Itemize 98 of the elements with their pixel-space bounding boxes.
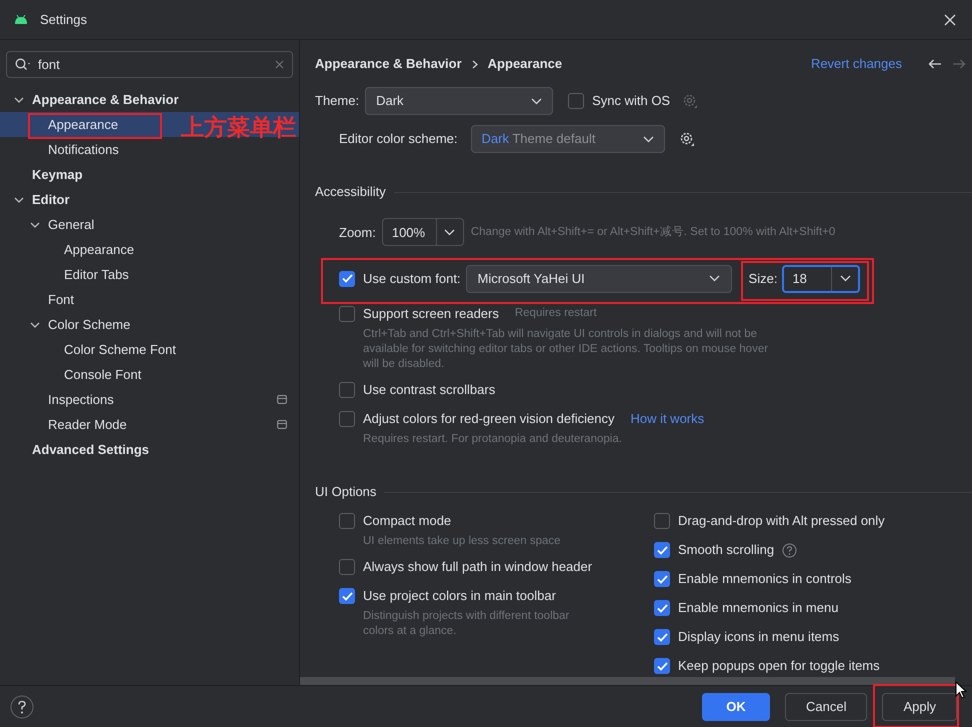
tree-row[interactable]: Editor <box>0 187 299 212</box>
checkbox[interactable] <box>339 306 355 322</box>
font-dropdown[interactable]: Microsoft YaHei UI <box>466 264 732 293</box>
mouse-cursor-icon <box>955 680 967 698</box>
search-field[interactable]: font <box>6 51 293 78</box>
checkbox[interactable] <box>339 559 355 575</box>
option-description: UI elements take up less screen space <box>363 534 562 549</box>
tree-row[interactable]: Inspections <box>0 387 299 412</box>
option-label: Drag-and-drop with Alt pressed only <box>678 512 885 530</box>
tree-item[interactable]: Editor Tabs <box>64 264 129 284</box>
tree-item[interactable]: Appearance & Behavior <box>32 90 179 110</box>
back-arrow-icon[interactable] <box>928 59 942 69</box>
option-description: Ctrl+Tab and Ctrl+Shift+Tab will navigate UI controls in dialogs and will not be available for switching editor tabs or other IDE actions. Tooltips on mouse hover will be disabled. <box>363 327 770 372</box>
tree-row[interactable]: Appearance & Behavior <box>0 87 299 112</box>
tree-item[interactable]: Console Font <box>64 364 142 384</box>
chevron-icon[interactable] <box>14 94 24 104</box>
breadcrumb-separator-icon <box>472 60 478 68</box>
revert-changes-link[interactable]: Revert changes <box>810 54 902 74</box>
option-label: Keep popups open for toggle items <box>678 657 880 676</box>
tree-row[interactable]: Notifications <box>0 137 299 162</box>
size-dropdown[interactable]: 18 <box>782 264 860 293</box>
option-label: Always show full path in window header <box>363 558 592 576</box>
breadcrumb-item: Appearance & Behavior <box>315 55 462 74</box>
tree-item[interactable]: Appearance <box>64 240 134 260</box>
checkbox[interactable] <box>654 629 670 645</box>
option-label: Adjust colors for red-green vision deficiency <box>363 410 614 428</box>
tree-item[interactable]: General <box>48 214 94 234</box>
tree-item[interactable]: Color Scheme <box>48 314 130 334</box>
chevron-icon[interactable] <box>30 320 40 330</box>
android-icon <box>14 15 28 24</box>
tree-row[interactable]: Font <box>0 287 299 312</box>
search-icon <box>15 58 32 71</box>
option-label: Compact mode <box>363 512 452 530</box>
option-label: Use custom font: <box>363 270 461 288</box>
size-label: Size: <box>748 270 778 288</box>
gear-icon[interactable] <box>678 131 694 147</box>
checkbox[interactable] <box>339 382 355 398</box>
option-label: Support screen readers <box>363 305 499 324</box>
tree-item[interactable]: Editor <box>32 190 70 210</box>
checkbox[interactable] <box>339 513 355 529</box>
tree-row[interactable]: General <box>0 212 299 237</box>
clear-icon[interactable] <box>275 60 284 69</box>
checkbox[interactable] <box>654 513 670 529</box>
tree-row[interactable]: Reader Mode <box>0 412 299 437</box>
how-it-works-link[interactable]: How it works <box>630 409 704 429</box>
tree-item[interactable]: Keymap <box>32 164 83 184</box>
checkbox[interactable] <box>339 588 355 604</box>
close-icon[interactable] <box>944 14 956 26</box>
checkbox[interactable] <box>654 600 670 616</box>
tree-item[interactable]: Reader Mode <box>48 414 127 434</box>
option-label: Display icons in menu items <box>678 628 840 646</box>
option-description: Distinguish projects with different toolbar colors at a glance. <box>363 609 570 639</box>
option-label: Enable mnemonics in controls <box>678 570 852 588</box>
checkbox[interactable] <box>654 571 670 587</box>
chevron-icon[interactable] <box>30 220 40 230</box>
theme-dropdown[interactable]: Dark <box>365 87 554 115</box>
note-text: Requires restart <box>514 306 597 322</box>
annotation-text: 上方菜单栏 <box>181 115 296 139</box>
tree-row[interactable]: Appearance 上方菜单栏 <box>0 112 299 137</box>
help-icon[interactable] <box>10 694 34 718</box>
tree-item[interactable]: Color Scheme Font <box>64 340 176 360</box>
tree-row[interactable]: Console Font <box>0 362 299 387</box>
zoom-hint: Change with Alt+Shift+= or Alt+Shift+减号. Set to 100% with Alt+Shift+0 <box>470 224 836 240</box>
zoom-dropdown[interactable]: 100% <box>382 218 464 246</box>
window-title: Settings <box>40 10 87 29</box>
section-title: Accessibility <box>315 183 386 202</box>
tree-row[interactable]: Advanced Settings <box>0 437 299 462</box>
dialog-button[interactable]: Apply <box>882 692 957 720</box>
checkbox[interactable] <box>568 93 584 109</box>
tree-item[interactable]: Inspections <box>48 390 114 410</box>
option-label: Use contrast scrollbars <box>363 381 496 400</box>
option-label: Enable mnemonics in menu <box>678 599 838 618</box>
option-label: Smooth scrolling <box>678 541 774 560</box>
option-label: Sync with OS <box>592 92 670 110</box>
tree-row[interactable]: Keymap <box>0 162 299 187</box>
tree-row[interactable]: Appearance <box>0 237 299 262</box>
dialog-button[interactable]: OK <box>702 692 770 720</box>
tree-row[interactable]: Color Scheme Font <box>0 337 299 362</box>
tree-row[interactable]: Color Scheme <box>0 312 299 337</box>
checkbox[interactable] <box>339 411 355 427</box>
checkbox[interactable] <box>654 658 670 674</box>
tree-item[interactable]: Font <box>48 290 74 310</box>
tree-item[interactable]: Appearance <box>48 114 118 134</box>
tree-row[interactable]: Editor Tabs <box>0 262 299 287</box>
dialog-button[interactable]: Cancel <box>785 692 868 720</box>
breadcrumb-item: Appearance <box>488 55 562 74</box>
option-description: Requires restart. For protanopia and deuteranopia. <box>363 432 623 447</box>
checkbox[interactable] <box>339 270 355 287</box>
section-title: UI Options <box>315 483 376 502</box>
option-label: Use project colors in main toolbar <box>363 587 556 606</box>
theme-label: Theme: <box>315 92 360 110</box>
editor-scheme-label: Editor color scheme: <box>339 130 458 148</box>
chevron-icon[interactable] <box>14 194 24 204</box>
tree-item[interactable]: Advanced Settings <box>32 440 150 460</box>
horizontal-scrollbar[interactable] <box>300 677 955 685</box>
tree-item[interactable]: Notifications <box>48 140 119 160</box>
zoom-label: Zoom: <box>339 224 376 242</box>
checkbox[interactable] <box>654 542 670 558</box>
